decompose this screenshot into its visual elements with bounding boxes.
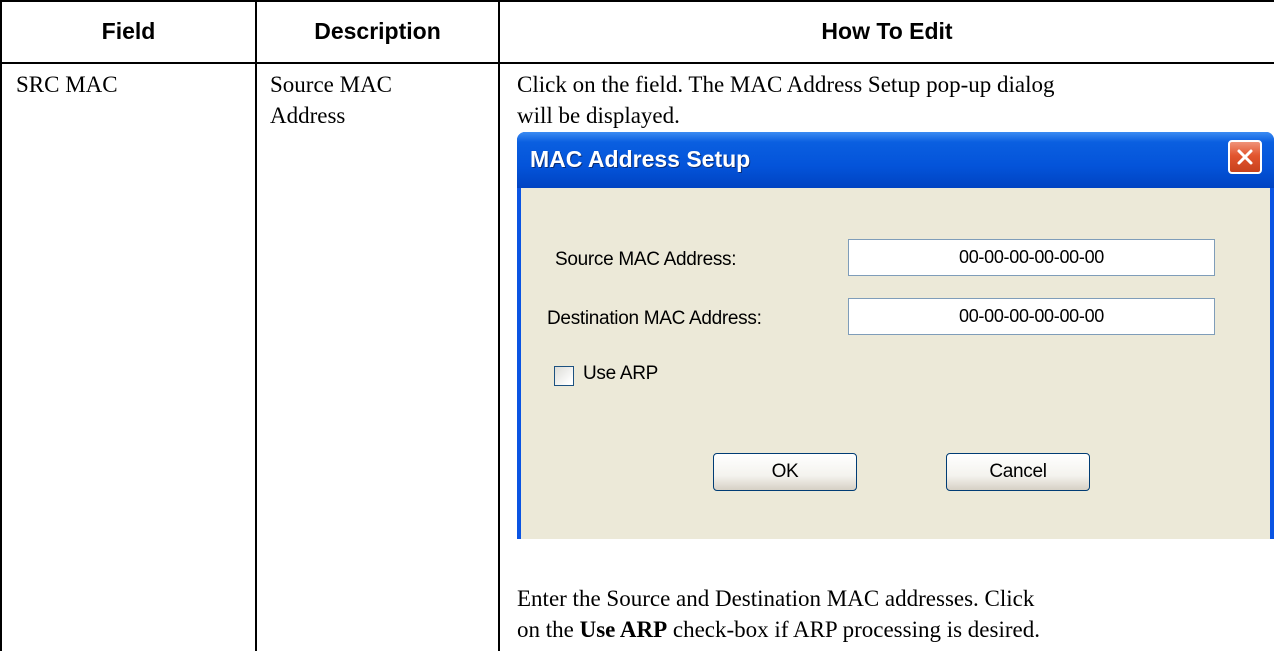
destination-mac-label: Destination MAC Address: — [547, 308, 762, 329]
cancel-button[interactable]: Cancel — [946, 453, 1090, 491]
after-line-2: on the Use ARP check-box if ARP processi… — [517, 614, 1040, 645]
use-arp-label[interactable]: Use ARP — [583, 363, 658, 385]
source-mac-input[interactable]: 00-00-00-00-00-00 — [848, 239, 1215, 276]
close-button[interactable] — [1228, 140, 1262, 174]
how-to-edit-after: Enter the Source and Destination MAC add… — [517, 583, 1040, 645]
how-to-edit-intro: Click on the field. The MAC Address Setu… — [517, 69, 1054, 131]
header-bottom-border — [0, 62, 1274, 64]
header-description: Description — [314, 17, 441, 44]
after-line-2-post: check-box if ARP processing is desired. — [667, 617, 1040, 642]
dialog-title: MAC Address Setup — [530, 146, 751, 172]
description-cell: Source MAC Address — [270, 69, 392, 131]
dialog-client-area: Source MAC Address: 00-00-00-00-00-00 De… — [521, 188, 1270, 539]
column-divider-2 — [498, 0, 500, 651]
description-line-1: Source MAC — [270, 72, 393, 97]
source-mac-label: Source MAC Address: — [555, 249, 737, 270]
field-description-table: Field Description How To Edit SRC MAC So… — [0, 0, 1274, 651]
dialog-titlebar[interactable]: MAC Address Setup — [517, 132, 1274, 188]
mac-address-setup-dialog: MAC Address Setup Source MAC Address: 00… — [517, 132, 1274, 539]
field-cell-src-mac: SRC MAC — [16, 72, 118, 97]
close-icon — [1237, 149, 1253, 165]
intro-line-2: will be displayed. — [517, 103, 680, 128]
column-divider-1 — [255, 0, 257, 651]
intro-line-1: Click on the field. The MAC Address Setu… — [517, 72, 1055, 97]
use-arp-bold-term: Use ARP — [579, 617, 668, 642]
after-line-2-pre: on the — [517, 617, 580, 642]
header-how-to-edit: How To Edit — [821, 17, 953, 44]
destination-mac-input[interactable]: 00-00-00-00-00-00 — [848, 298, 1215, 335]
table-left-border — [0, 0, 2, 651]
ok-button[interactable]: OK — [713, 453, 857, 491]
after-line-1: Enter the Source and Destination MAC add… — [517, 586, 1035, 611]
use-arp-checkbox[interactable] — [554, 366, 574, 386]
description-line-2: Address — [270, 103, 346, 128]
header-field: Field — [101, 17, 156, 44]
